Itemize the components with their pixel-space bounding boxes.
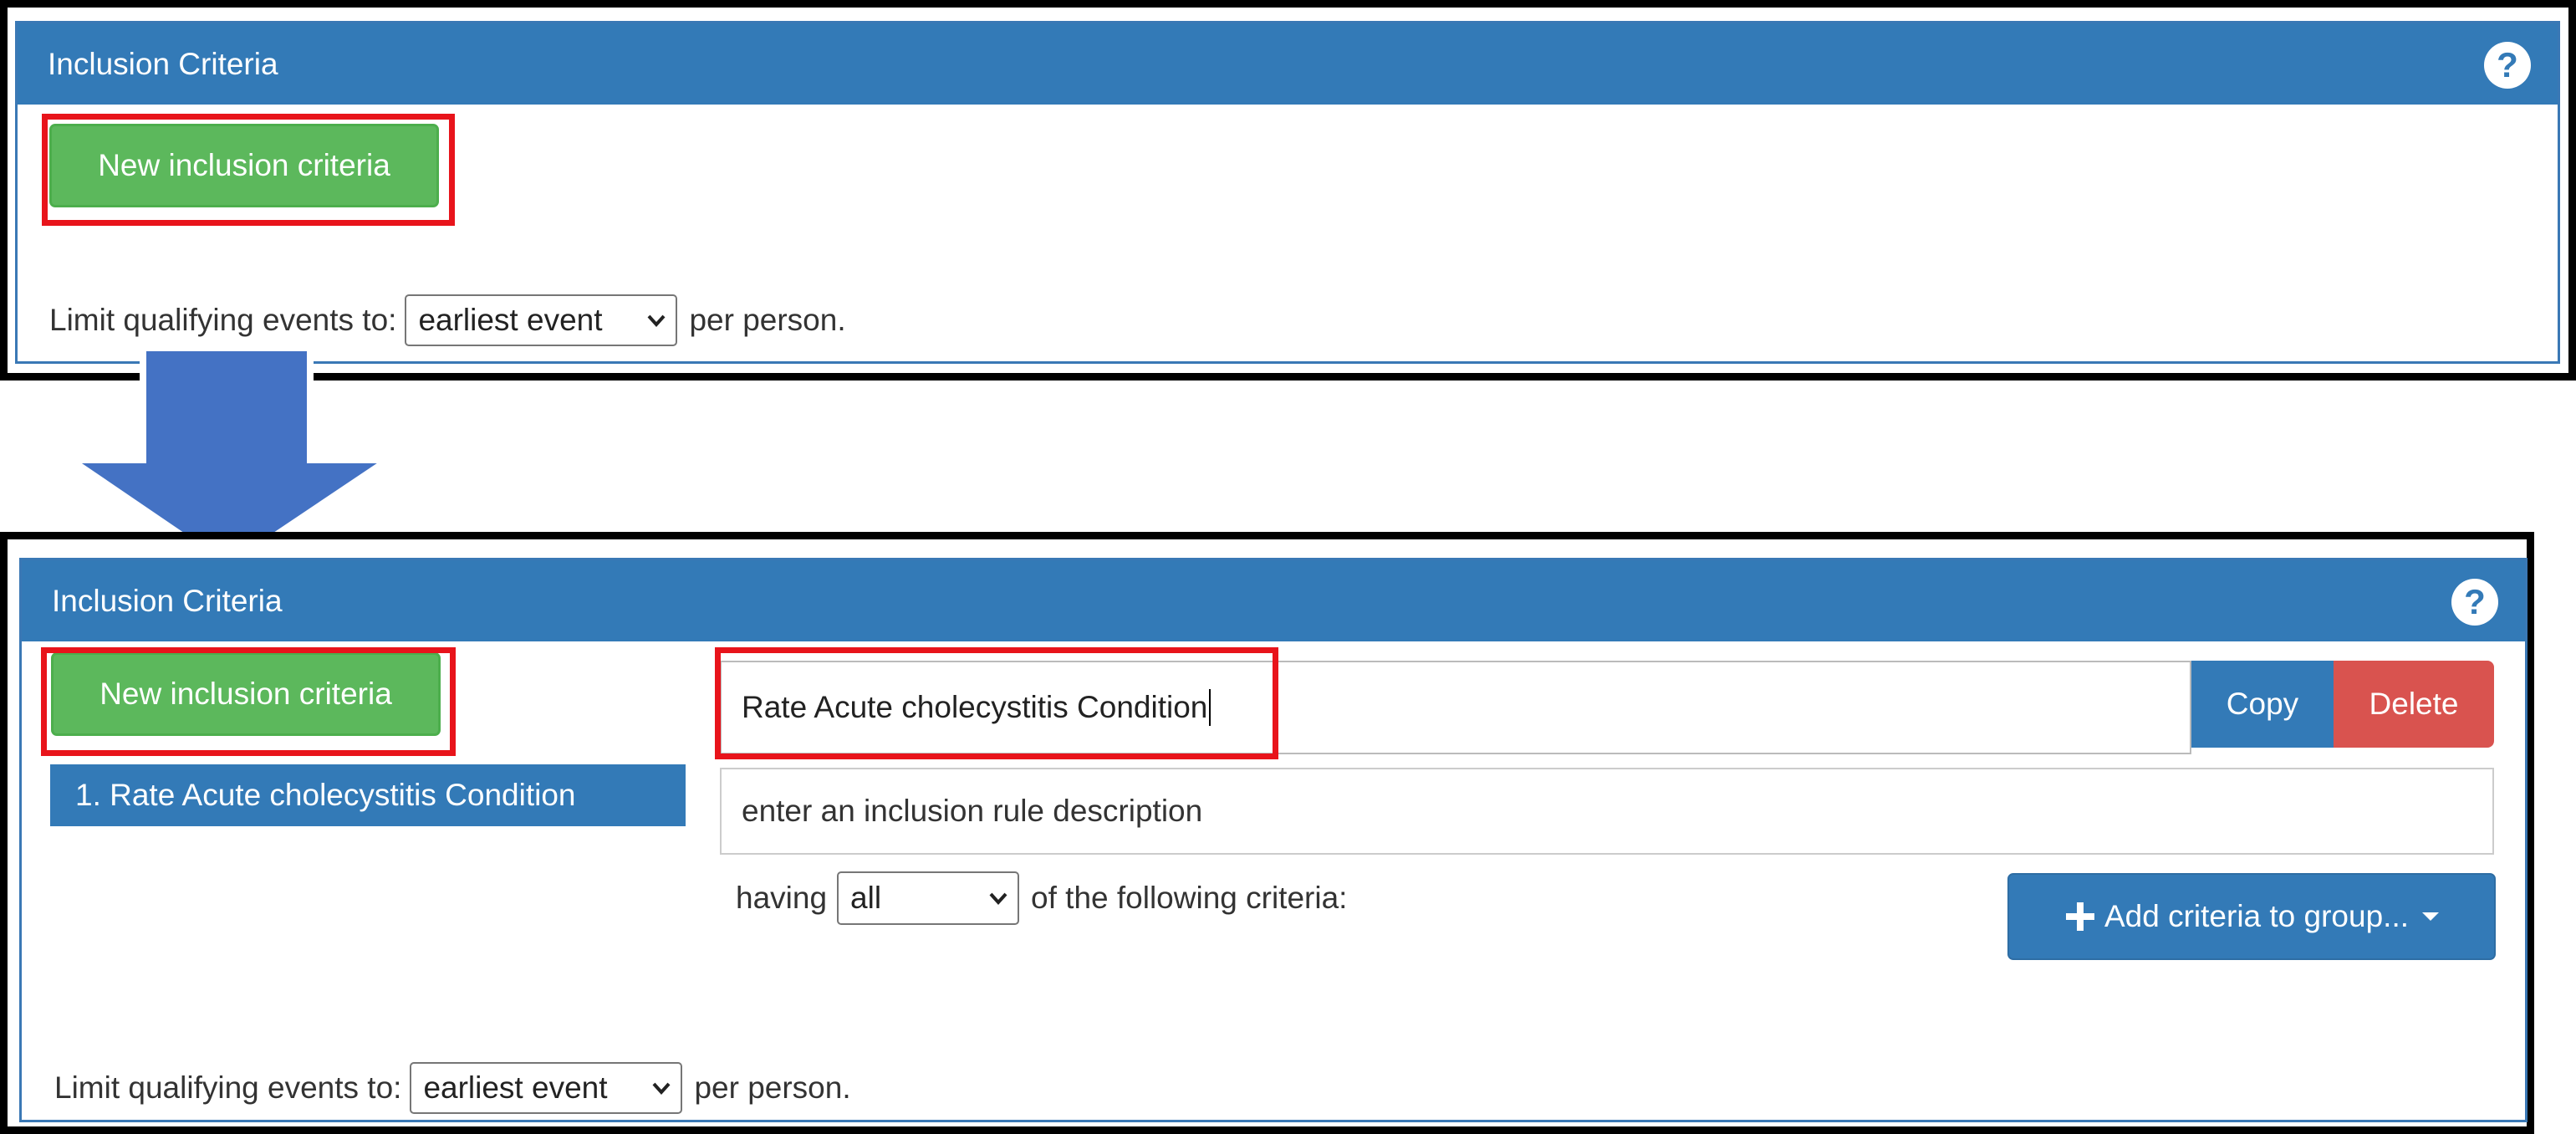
highlight-rule-name — [715, 647, 1278, 759]
limit-qualifying-events-row: Limit qualifying events to: earliest eve… — [49, 293, 846, 348]
limit-events-select[interactable]: earliest event — [410, 1062, 683, 1114]
rule-list-item-label: 1. Rate Acute cholecystitis Condition — [75, 778, 576, 812]
rule-list-item[interactable]: 1. Rate Acute cholecystitis Condition — [50, 764, 686, 826]
having-row: having all of the following criteria: — [736, 870, 1347, 927]
add-criteria-label: Add criteria to group... — [2104, 899, 2410, 933]
add-criteria-to-group-button[interactable]: Add criteria to group... — [2007, 873, 2496, 960]
chevron-down-icon — [989, 892, 1007, 905]
highlight-new-button-after — [41, 647, 456, 756]
having-prefix: having — [736, 881, 828, 915]
help-icon[interactable]: ? — [2451, 579, 2498, 626]
highlight-new-button-before — [42, 114, 455, 226]
limit-events-select[interactable]: earliest event — [405, 294, 678, 346]
help-icon[interactable]: ? — [2484, 42, 2531, 89]
panel-header: Inclusion Criteria ? — [18, 23, 2558, 105]
rule-description-placeholder: enter an inclusion rule description — [742, 794, 1203, 828]
rule-description-input[interactable]: enter an inclusion rule description — [720, 768, 2494, 855]
having-select[interactable]: all — [837, 871, 1020, 925]
chevron-down-icon — [647, 314, 666, 327]
limit-suffix: per person. — [689, 303, 846, 337]
panel-title: Inclusion Criteria — [48, 46, 278, 81]
limit-prefix: Limit qualifying events to: — [49, 303, 397, 337]
plus-icon — [2065, 902, 2094, 931]
delete-button[interactable]: Delete — [2334, 661, 2494, 748]
panel-header: Inclusion Criteria ? — [22, 560, 2525, 641]
having-value: all — [850, 881, 882, 915]
after-frame: Inclusion Criteria ? New inclusion crite… — [0, 532, 2534, 1134]
panel-title: Inclusion Criteria — [52, 583, 283, 618]
copy-button[interactable]: Copy — [2191, 661, 2334, 748]
limit-qualifying-events-row: Limit qualifying events to: earliest eve… — [54, 1060, 851, 1116]
limit-suffix: per person. — [694, 1070, 851, 1105]
inclusion-criteria-panel-after: Inclusion Criteria ? New inclusion crite… — [19, 558, 2528, 1122]
before-frame: Inclusion Criteria ? New inclusion crite… — [0, 0, 2576, 381]
caret-down-icon — [2422, 912, 2440, 921]
limit-events-value: earliest event — [418, 303, 603, 337]
chevron-down-icon — [652, 1082, 671, 1095]
limit-events-value: earliest event — [423, 1070, 608, 1105]
having-suffix: of the following criteria: — [1031, 881, 1348, 915]
limit-prefix: Limit qualifying events to: — [54, 1070, 402, 1105]
